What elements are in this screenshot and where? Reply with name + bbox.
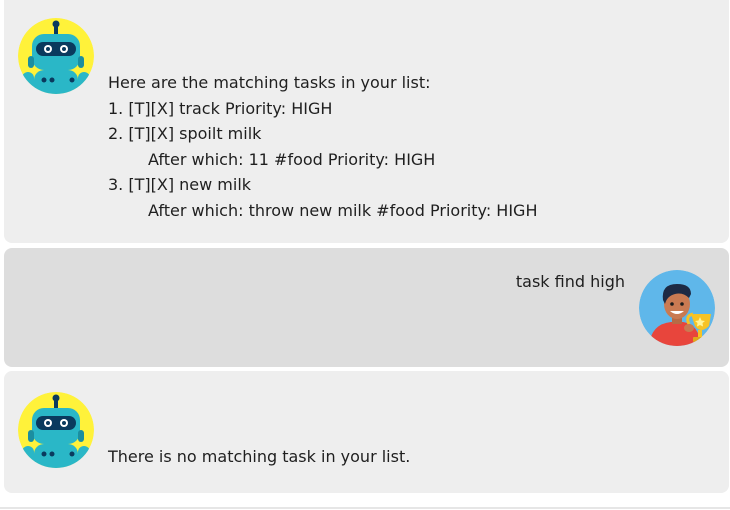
user-message-bubble: task find high	[4, 248, 729, 367]
bot-message-text: Here are the matching tasks in your list…	[108, 70, 537, 223]
bot-message-bubble: There is no matching task in your list.	[4, 371, 729, 493]
message-line: After which: 11 #food Priority: HIGH	[148, 149, 436, 169]
message-line: After which: throw new milk #food Priori…	[148, 200, 538, 220]
message-line: 3. [T][X] new milk	[108, 175, 252, 194]
user-avatar-icon	[639, 270, 715, 346]
message-line: 1. [T][X] track Priority: HIGH	[108, 98, 333, 118]
robot-avatar-icon	[18, 18, 94, 94]
user-message-text: task find high	[515, 272, 625, 291]
robot-avatar-icon	[18, 392, 94, 468]
message-line: Here are the matching tasks in your list…	[108, 73, 431, 92]
bot-message-bubble: Here are the matching tasks in your list…	[4, 0, 729, 243]
divider	[0, 507, 730, 509]
chat-window: Here are the matching tasks in your list…	[0, 0, 730, 510]
message-line: 2. [T][X] spoilt milk	[108, 124, 262, 143]
bot-message-text: There is no matching task in your list.	[108, 447, 411, 466]
